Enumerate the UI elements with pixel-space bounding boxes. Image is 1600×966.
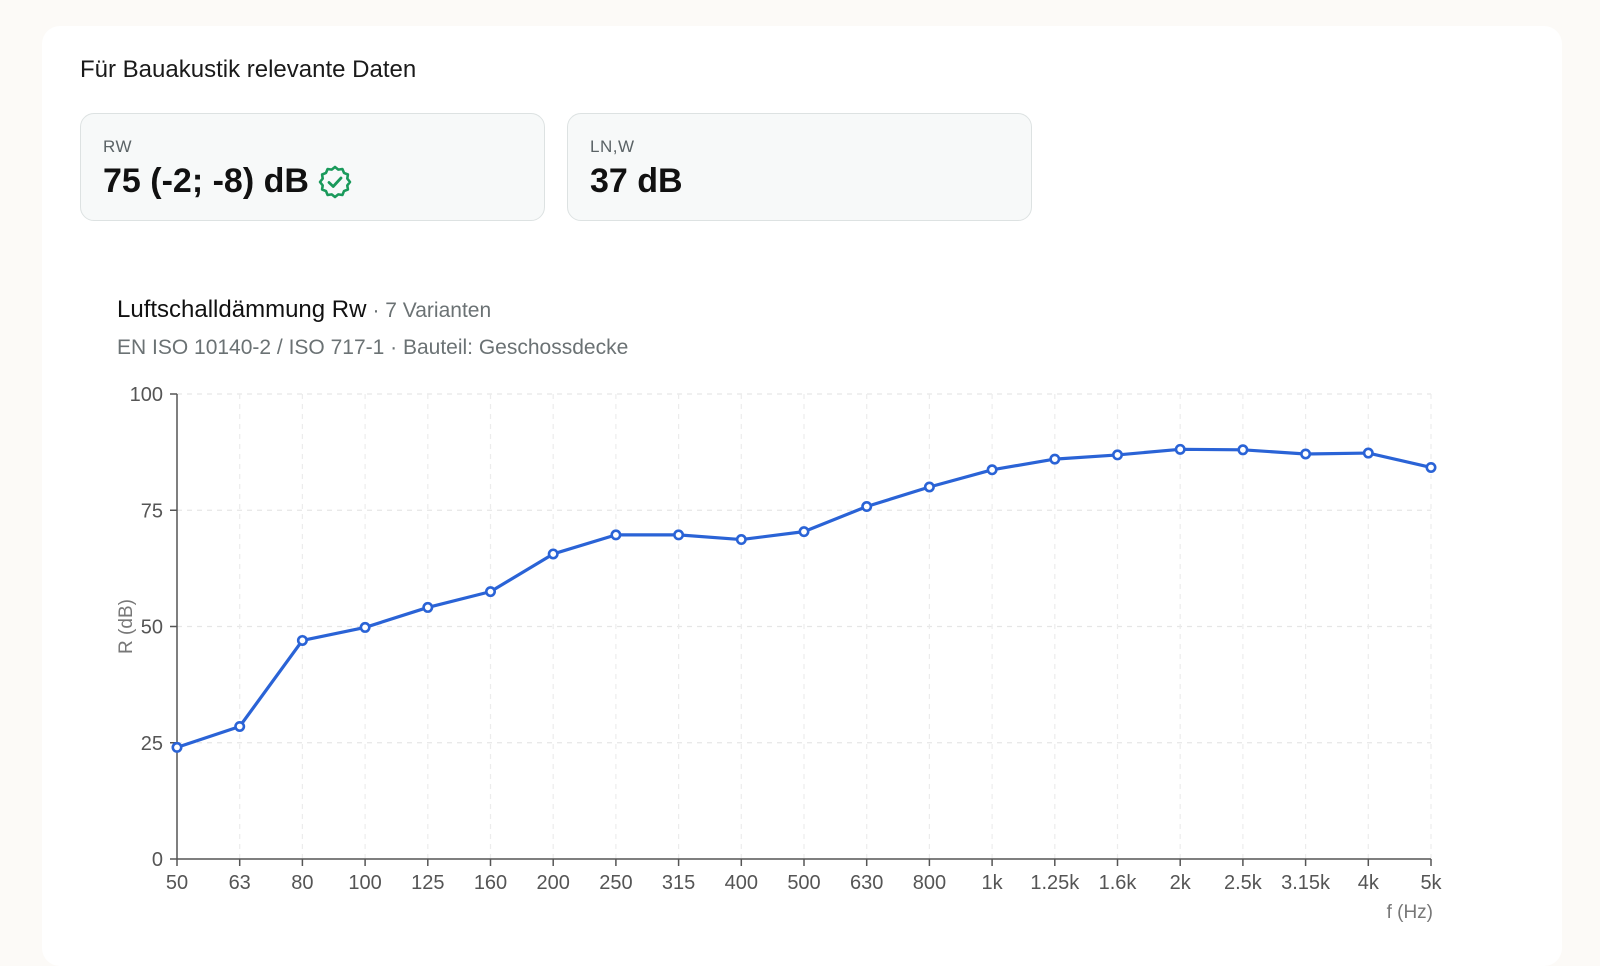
rw-value-row: 75 (-2; -8) dB (103, 162, 353, 201)
section-title: Für Bauakustik relevante Daten (80, 56, 417, 83)
chart-title-row: Luftschalldämmung Rw · 7 Varianten (117, 296, 491, 324)
rw-label: RW (103, 137, 133, 156)
rw-value: 75 (-2; -8) dB (103, 162, 309, 200)
rw-metric-card: RW 75 (-2; -8) dB (80, 113, 545, 221)
ln-value: 37 dB (590, 162, 683, 200)
chart-title: Luftschalldämmung Rw (117, 296, 367, 323)
ln-value-row: 37 dB (590, 162, 683, 201)
verified-badge-icon (317, 164, 353, 200)
chart-subtitle: EN ISO 10140-2 / ISO 717-1 · Bauteil: Ge… (117, 336, 629, 359)
chart-variants-count: · 7 Varianten (372, 299, 492, 322)
ln-metric-card: LN,W 37 dB (567, 113, 1032, 221)
ln-label: LN,W (590, 137, 635, 156)
